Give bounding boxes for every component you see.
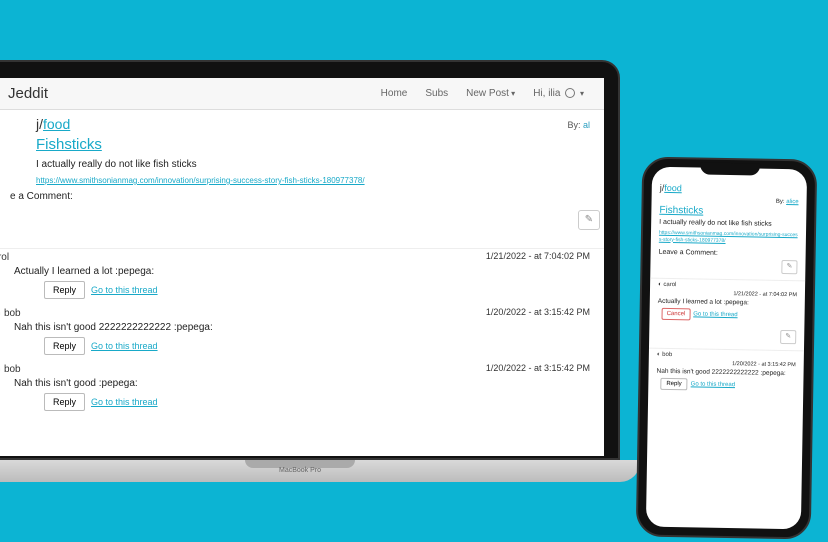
byline-prefix: By:: [567, 120, 583, 130]
phone-sub-heading: j/food: [660, 183, 799, 195]
comment-date: 1/20/2022 - at 3:15:42 PM: [657, 360, 796, 368]
reply-button[interactable]: Reply: [44, 281, 85, 299]
sub-link[interactable]: food: [664, 183, 682, 193]
reply-button[interactable]: Reply: [44, 393, 85, 411]
nav-links: Home Subs New Post Hi, ilia: [373, 84, 592, 103]
sub-heading: j/food: [36, 116, 590, 132]
phone-post-title[interactable]: Fishsticks: [659, 205, 703, 217]
reply-button[interactable]: Reply: [44, 337, 85, 355]
nav-newpost[interactable]: New Post: [458, 84, 523, 103]
post-author-link[interactable]: al: [583, 120, 590, 130]
cancel-button[interactable]: Cancel: [661, 308, 690, 320]
comment-body: Actually I learned a lot :pepega:: [14, 266, 590, 277]
comment-user: bob: [657, 352, 796, 360]
comment-body: Nah this isn't good 2222222222222 :pepeg…: [14, 322, 590, 333]
post-byline: By: al: [567, 120, 590, 130]
phone-comment-item: carol 1/21/2022 - at 7:04:02 PM Actually…: [657, 282, 797, 322]
comment-actions: Reply Go to this thread: [44, 281, 590, 299]
phone-comment-item: bob 1/20/2022 - at 3:15:42 PM Nah this i…: [656, 352, 796, 392]
nav-greeting: Hi, ilia: [533, 88, 560, 99]
phone-device: j/food By: alice Fishsticks I actually r…: [636, 157, 818, 540]
comment-body: Nah this isn't good 2222222222222 :pepeg…: [657, 368, 796, 377]
user-icon: [565, 88, 575, 98]
brand-logo[interactable]: Jeddit: [8, 85, 48, 102]
sub-link[interactable]: food: [43, 116, 70, 132]
divider: [650, 278, 805, 282]
post-author-link[interactable]: alice: [786, 199, 798, 205]
sub-prefix: j/: [36, 116, 43, 132]
phone-post-link[interactable]: https://www.smithsonianmag.com/innovatio…: [659, 230, 798, 245]
post-external-link[interactable]: https://www.smithsonianmag.com/innovatio…: [36, 176, 590, 185]
comment-item: 1/20/2022 - at 3:15:42 PM bob Nah this i…: [0, 307, 590, 355]
reply-button[interactable]: Reply: [660, 378, 688, 390]
comment-date: 1/20/2022 - at 3:15:42 PM: [486, 363, 590, 373]
divider: [649, 348, 804, 352]
comment-body: Nah this isn't good :pepega:: [14, 378, 590, 389]
thread-link[interactable]: Go to this thread: [691, 381, 735, 388]
laptop-label: MacBook Pro: [279, 467, 321, 474]
comment-user: carol: [658, 282, 797, 290]
thread-link[interactable]: Go to this thread: [91, 397, 158, 407]
comment-item: 1/20/2022 - at 3:15:42 PM bob Nah this i…: [0, 363, 590, 411]
comment-input-box[interactable]: ✎: [0, 206, 604, 240]
comment-date: 1/21/2022 - at 7:04:02 PM: [486, 251, 590, 261]
comment-date: 1/20/2022 - at 3:15:42 PM: [486, 307, 590, 317]
phone-leave-label: Leave a Comment:: [659, 249, 798, 258]
phone-byline: By: alice: [660, 197, 799, 205]
comment-actions: Reply Go to this thread: [44, 393, 590, 411]
thread-link[interactable]: Go to this thread: [91, 341, 158, 351]
phone-post-body: I actually really do not like fish stick…: [659, 219, 798, 228]
phone-comment-box[interactable]: ✎: [658, 258, 797, 274]
comment-actions: Cancel Go to this thread: [661, 308, 796, 322]
comment-body: Actually I learned a lot :pepega:: [658, 298, 797, 307]
send-comment-button[interactable]: ✎: [578, 210, 600, 230]
post-body-text: I actually really do not like fish stick…: [36, 159, 590, 170]
phone-send-button[interactable]: ✎: [780, 330, 796, 344]
comment-user: bob: [0, 364, 21, 375]
comments-list: 1/21/2022 - at 7:04:02 PM rol Actually I…: [0, 249, 604, 411]
laptop-screen: Jeddit Home Subs New Post Hi, ilia By: a…: [0, 78, 604, 456]
comment-date: 1/21/2022 - at 7:04:02 PM: [658, 290, 797, 298]
nav-subs[interactable]: Subs: [417, 84, 456, 103]
thread-link[interactable]: Go to this thread: [91, 285, 158, 295]
post-title-link[interactable]: Fishsticks: [36, 136, 102, 153]
byline-prefix: By:: [776, 199, 786, 205]
post-area: By: al j/food Fishsticks I actually real…: [0, 110, 604, 249]
thread-link[interactable]: Go to this thread: [693, 311, 737, 318]
comment-user: bob: [0, 308, 21, 319]
nav-user-menu[interactable]: Hi, ilia: [525, 84, 592, 103]
laptop-bezel: Jeddit Home Subs New Post Hi, ilia By: a…: [0, 60, 620, 460]
phone-send-button[interactable]: ✎: [781, 260, 797, 274]
comment-item: 1/21/2022 - at 7:04:02 PM rol Actually I…: [0, 251, 590, 299]
phone-notch: [700, 163, 760, 176]
comment-user: rol: [0, 252, 9, 263]
phone-screen: j/food By: alice Fishsticks I actually r…: [646, 167, 807, 530]
nav-home[interactable]: Home: [373, 84, 416, 103]
laptop-device: Jeddit Home Subs New Post Hi, ilia By: a…: [0, 60, 640, 490]
phone-reply-box[interactable]: ✎: [657, 328, 796, 344]
navbar: Jeddit Home Subs New Post Hi, ilia: [0, 78, 604, 110]
laptop-base: MacBook Pro: [0, 460, 640, 482]
comment-actions: Reply Go to this thread: [44, 337, 590, 355]
leave-comment-label: e a Comment:: [10, 191, 590, 202]
comment-actions: Reply Go to this thread: [660, 378, 795, 392]
